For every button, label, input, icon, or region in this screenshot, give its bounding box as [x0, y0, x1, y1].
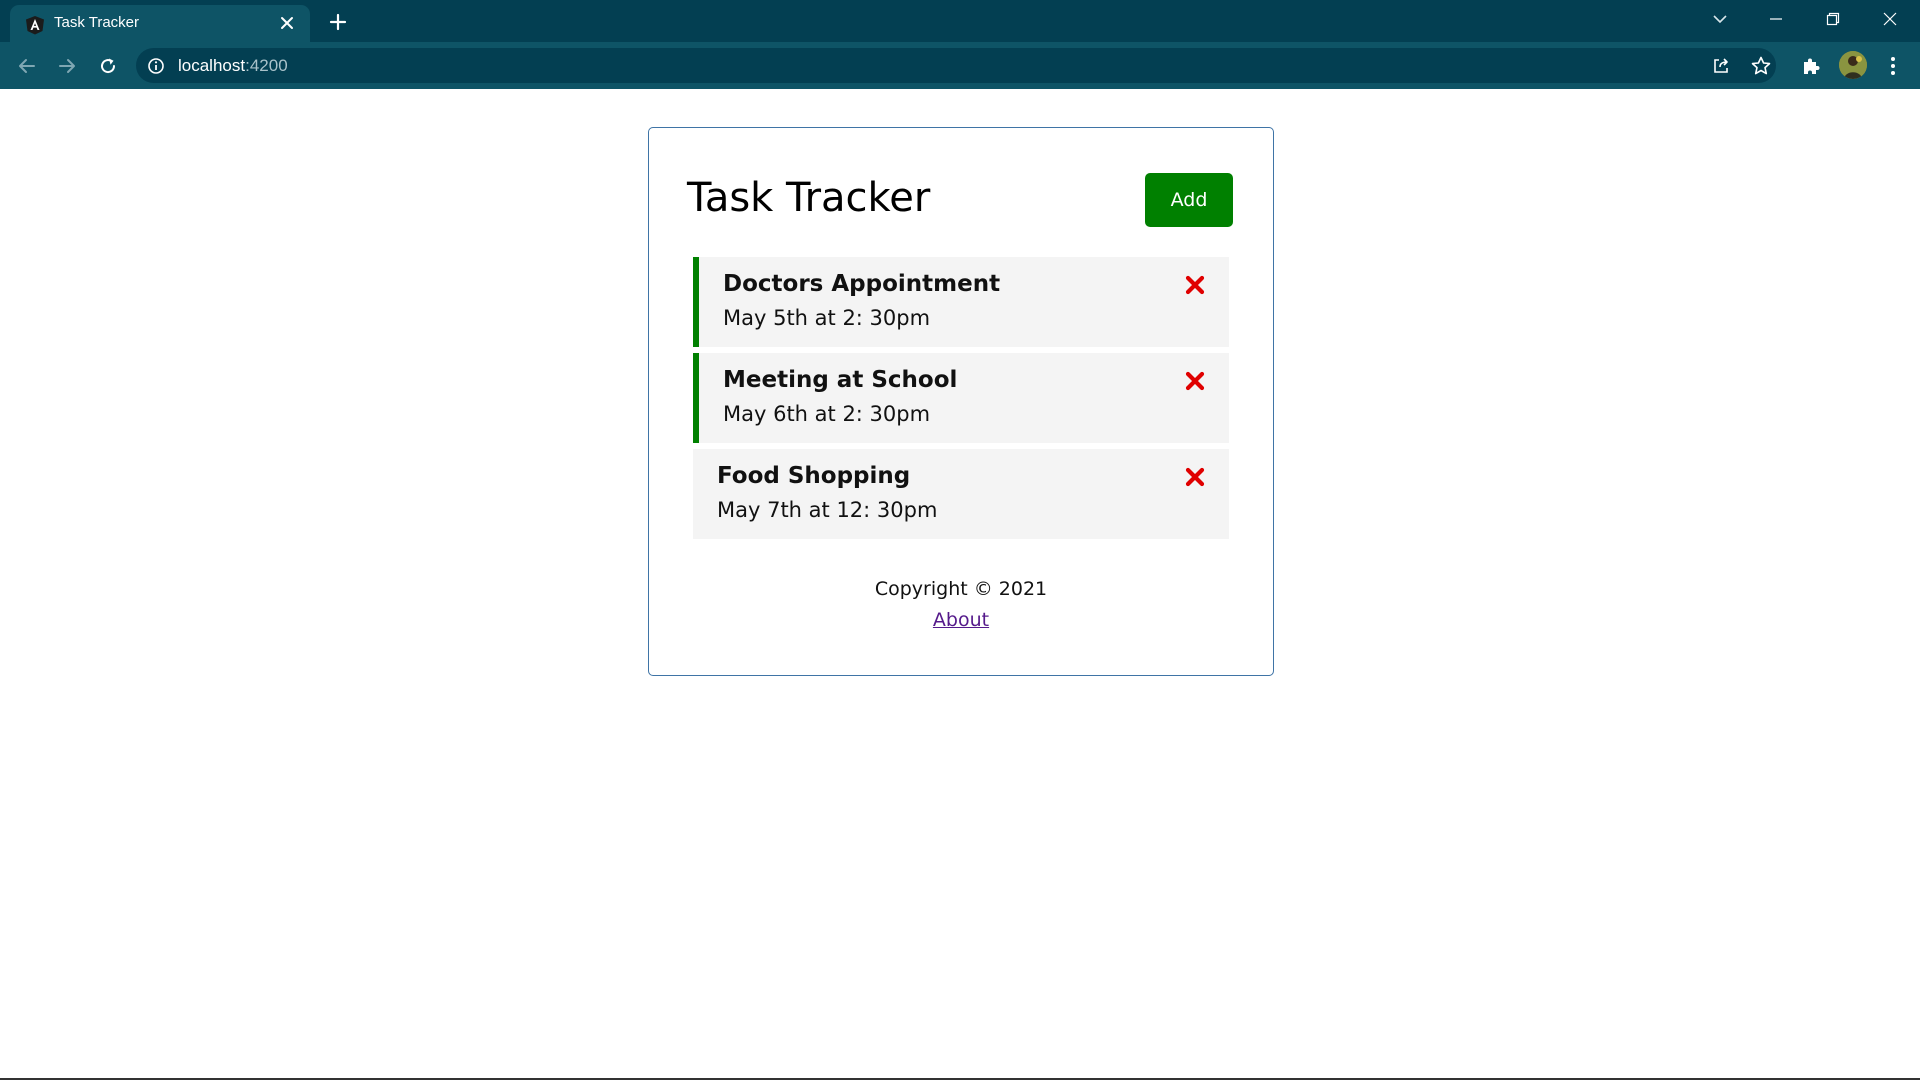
tab-search-button[interactable]	[1692, 0, 1748, 38]
minimize-button[interactable]	[1748, 0, 1804, 38]
reload-icon	[101, 58, 116, 74]
profile-avatar[interactable]	[1839, 51, 1867, 79]
task-title: Doctors Appointment	[723, 271, 1001, 297]
task-day: May 5th at 2: 30pm	[723, 306, 931, 330]
page-title: Task Tracker	[687, 175, 931, 221]
task-tracker-container: Task Tracker Add Doctors Appointment May…	[648, 127, 1274, 676]
forward-arrow-icon	[59, 59, 75, 73]
extensions-button[interactable]	[1797, 52, 1825, 80]
forward-button[interactable]	[51, 50, 83, 82]
delete-x-icon[interactable]	[1183, 273, 1207, 297]
task-day: May 6th at 2: 30pm	[723, 402, 931, 426]
minimize-icon	[1770, 18, 1782, 20]
task-item[interactable]: Doctors Appointment May 5th at 2: 30pm	[693, 257, 1229, 347]
info-icon[interactable]	[146, 56, 166, 76]
browser-toolbar: localhost:4200	[0, 42, 1920, 89]
restore-icon	[1826, 12, 1840, 26]
restore-button[interactable]	[1805, 0, 1861, 38]
url-port: :4200	[245, 56, 288, 75]
browser-tabstrip: Task Tracker	[0, 0, 1920, 42]
avatar-image	[1839, 51, 1867, 79]
kebab-menu-icon	[1891, 57, 1895, 75]
app-header: Task Tracker Add	[687, 173, 1233, 229]
task-item[interactable]: Meeting at School May 6th at 2: 30pm	[693, 353, 1229, 443]
puzzle-icon	[1804, 58, 1820, 74]
url-host: localhost	[178, 56, 246, 75]
task-item[interactable]: Food Shopping May 7th at 12: 30pm	[693, 449, 1229, 539]
about-link[interactable]: About	[933, 609, 989, 631]
url-text[interactable]: localhost:4200	[178, 56, 288, 76]
new-tab-button[interactable]	[324, 8, 352, 36]
tab-close-button[interactable]	[274, 10, 300, 36]
browser-tab[interactable]: Task Tracker	[10, 5, 310, 42]
back-button[interactable]	[11, 50, 43, 82]
close-icon	[281, 17, 293, 29]
back-arrow-icon	[19, 59, 35, 73]
menu-button[interactable]	[1879, 52, 1907, 80]
app-footer: Copyright © 2021 About	[649, 578, 1273, 631]
task-day: May 7th at 12: 30pm	[717, 498, 938, 522]
delete-x-icon[interactable]	[1183, 369, 1207, 393]
copyright-text: Copyright © 2021	[874, 578, 1048, 600]
delete-x-icon[interactable]	[1183, 465, 1207, 489]
angular-favicon-icon	[26, 16, 44, 35]
add-button[interactable]: Add	[1145, 173, 1233, 227]
plus-icon	[329, 13, 347, 31]
task-title: Meeting at School	[723, 367, 958, 393]
star-icon[interactable]	[1750, 55, 1772, 77]
window-close-button[interactable]	[1862, 0, 1918, 38]
share-icon[interactable]	[1710, 55, 1732, 77]
reload-button[interactable]	[92, 50, 124, 82]
close-icon	[1883, 12, 1897, 26]
task-title: Food Shopping	[717, 463, 911, 489]
address-bar[interactable]: localhost:4200	[136, 48, 1776, 83]
tab-title: Task Tracker	[54, 14, 140, 31]
chevron-down-icon	[1713, 15, 1727, 24]
